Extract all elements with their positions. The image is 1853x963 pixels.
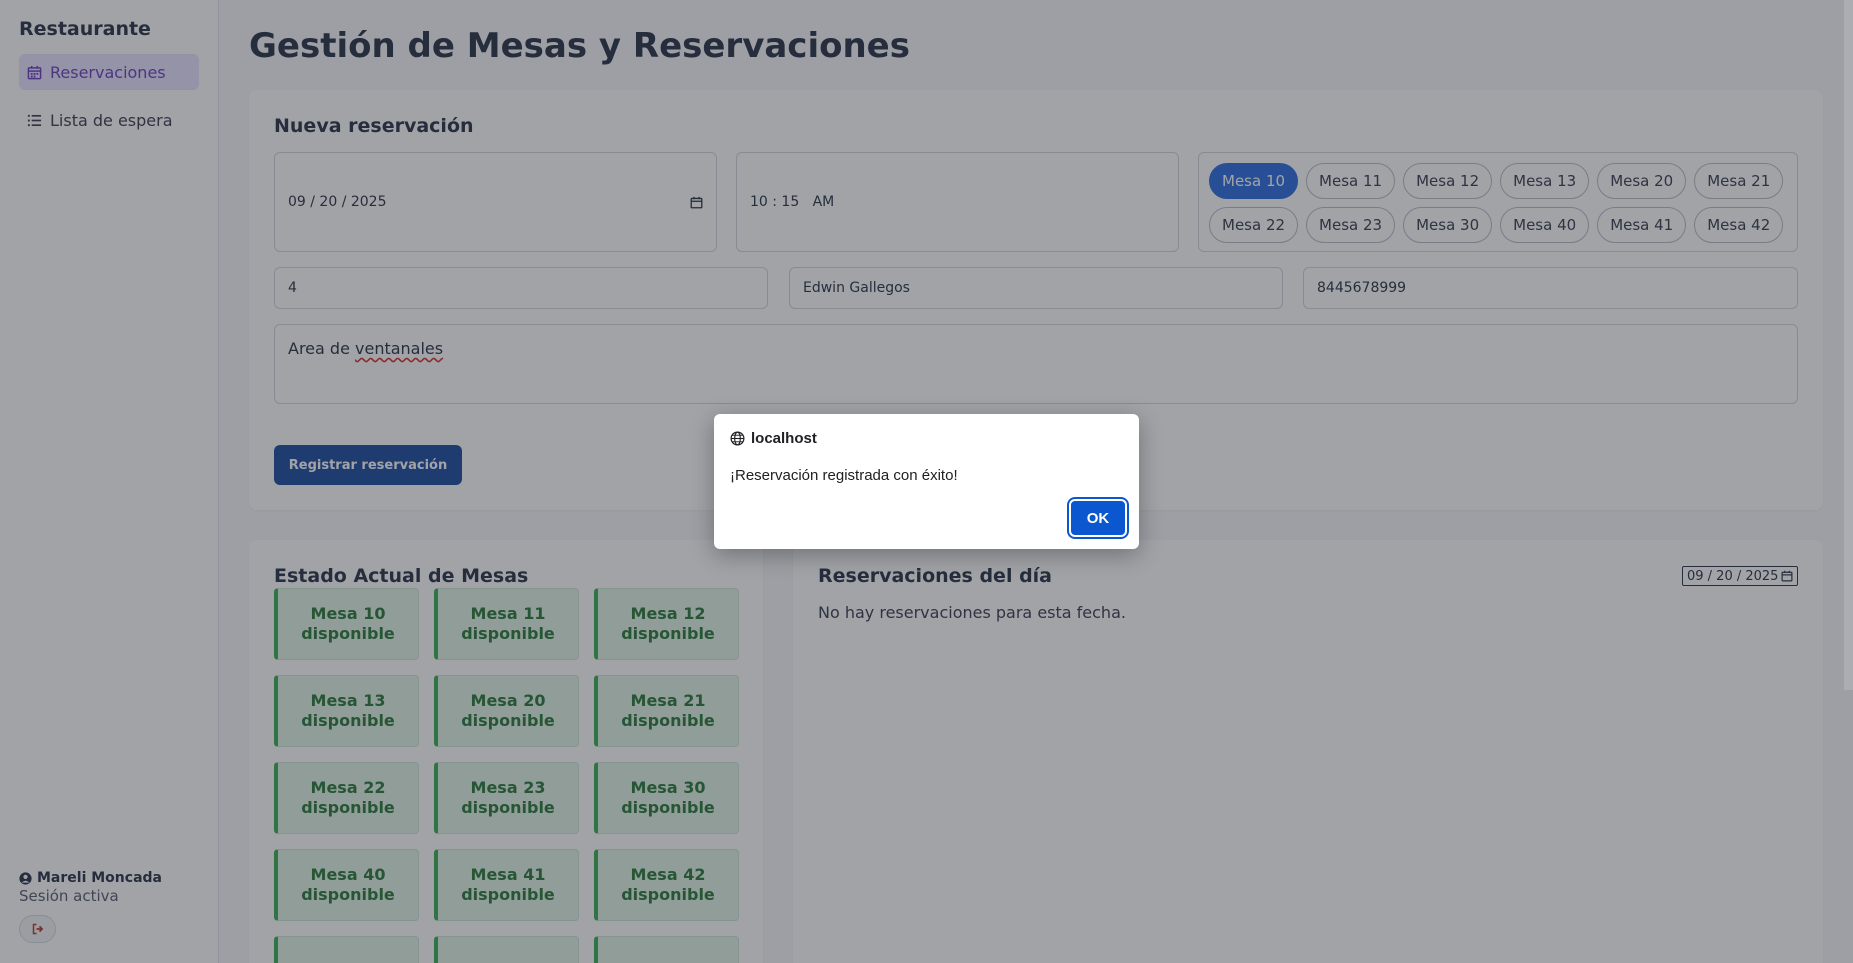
globe-icon xyxy=(730,431,745,446)
dialog-origin-label: localhost xyxy=(751,430,817,447)
scrollbar[interactable] xyxy=(1844,0,1853,690)
dialog-message: ¡Reservación registrada con éxito! xyxy=(730,467,958,484)
ok-button[interactable]: OK xyxy=(1071,501,1125,535)
alert-dialog: localhost ¡Reservación registrada con éx… xyxy=(714,414,1139,549)
dialog-origin: localhost xyxy=(730,430,1123,447)
